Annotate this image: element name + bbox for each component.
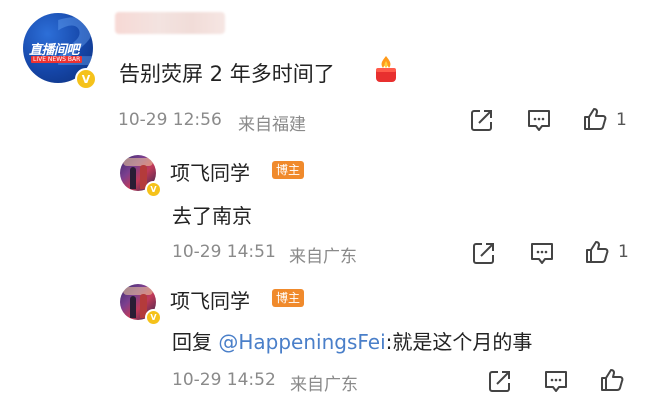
comment-text: 告别荧屏 2 年多时间了 <box>119 62 335 86</box>
share-icon[interactable] <box>471 240 497 266</box>
comment-icon[interactable] <box>526 107 552 133</box>
blogger-badge: 博主 <box>272 289 305 307</box>
reply-username[interactable]: 项飞同学 <box>170 157 250 186</box>
reply-date: 10-29 14:52 <box>172 370 276 390</box>
reply-username[interactable]: 项飞同学 <box>170 285 250 314</box>
like-count: 1 <box>618 242 629 262</box>
reply-prefix: 回复 <box>172 330 219 354</box>
mention-link[interactable]: @HappeningsFei <box>218 330 385 354</box>
reply-location: 来自广东 <box>290 375 358 395</box>
like-icon[interactable] <box>584 239 610 265</box>
avatar-sub-text: LIVE NEWS BAR <box>31 56 83 63</box>
like-icon[interactable] <box>582 106 608 132</box>
verified-icon: V <box>145 309 162 326</box>
blogger-badge: 博主 <box>272 161 305 179</box>
like-icon[interactable] <box>599 367 625 393</box>
reply-text: 去了南京 <box>172 204 252 228</box>
reply-text: 回复 @HappeningsFei:就是这个月的事 <box>172 326 532 355</box>
reply-body: :就是这个月的事 <box>385 330 533 354</box>
comment-icon[interactable] <box>543 368 569 394</box>
reply-date: 10-29 14:51 <box>172 242 276 262</box>
like-count: 1 <box>616 110 627 130</box>
verified-icon: V <box>75 68 97 90</box>
fire-candle-emoji <box>376 56 396 82</box>
verified-icon: V <box>145 181 162 198</box>
reply-location: 来自广东 <box>289 247 357 267</box>
blurred-username[interactable] <box>115 12 225 34</box>
comment-date: 10-29 12:56 <box>118 110 222 130</box>
comment-icon[interactable] <box>529 240 555 266</box>
comment-location: 来自福建 <box>238 115 306 135</box>
share-icon[interactable] <box>469 107 495 133</box>
share-icon[interactable] <box>487 368 513 394</box>
